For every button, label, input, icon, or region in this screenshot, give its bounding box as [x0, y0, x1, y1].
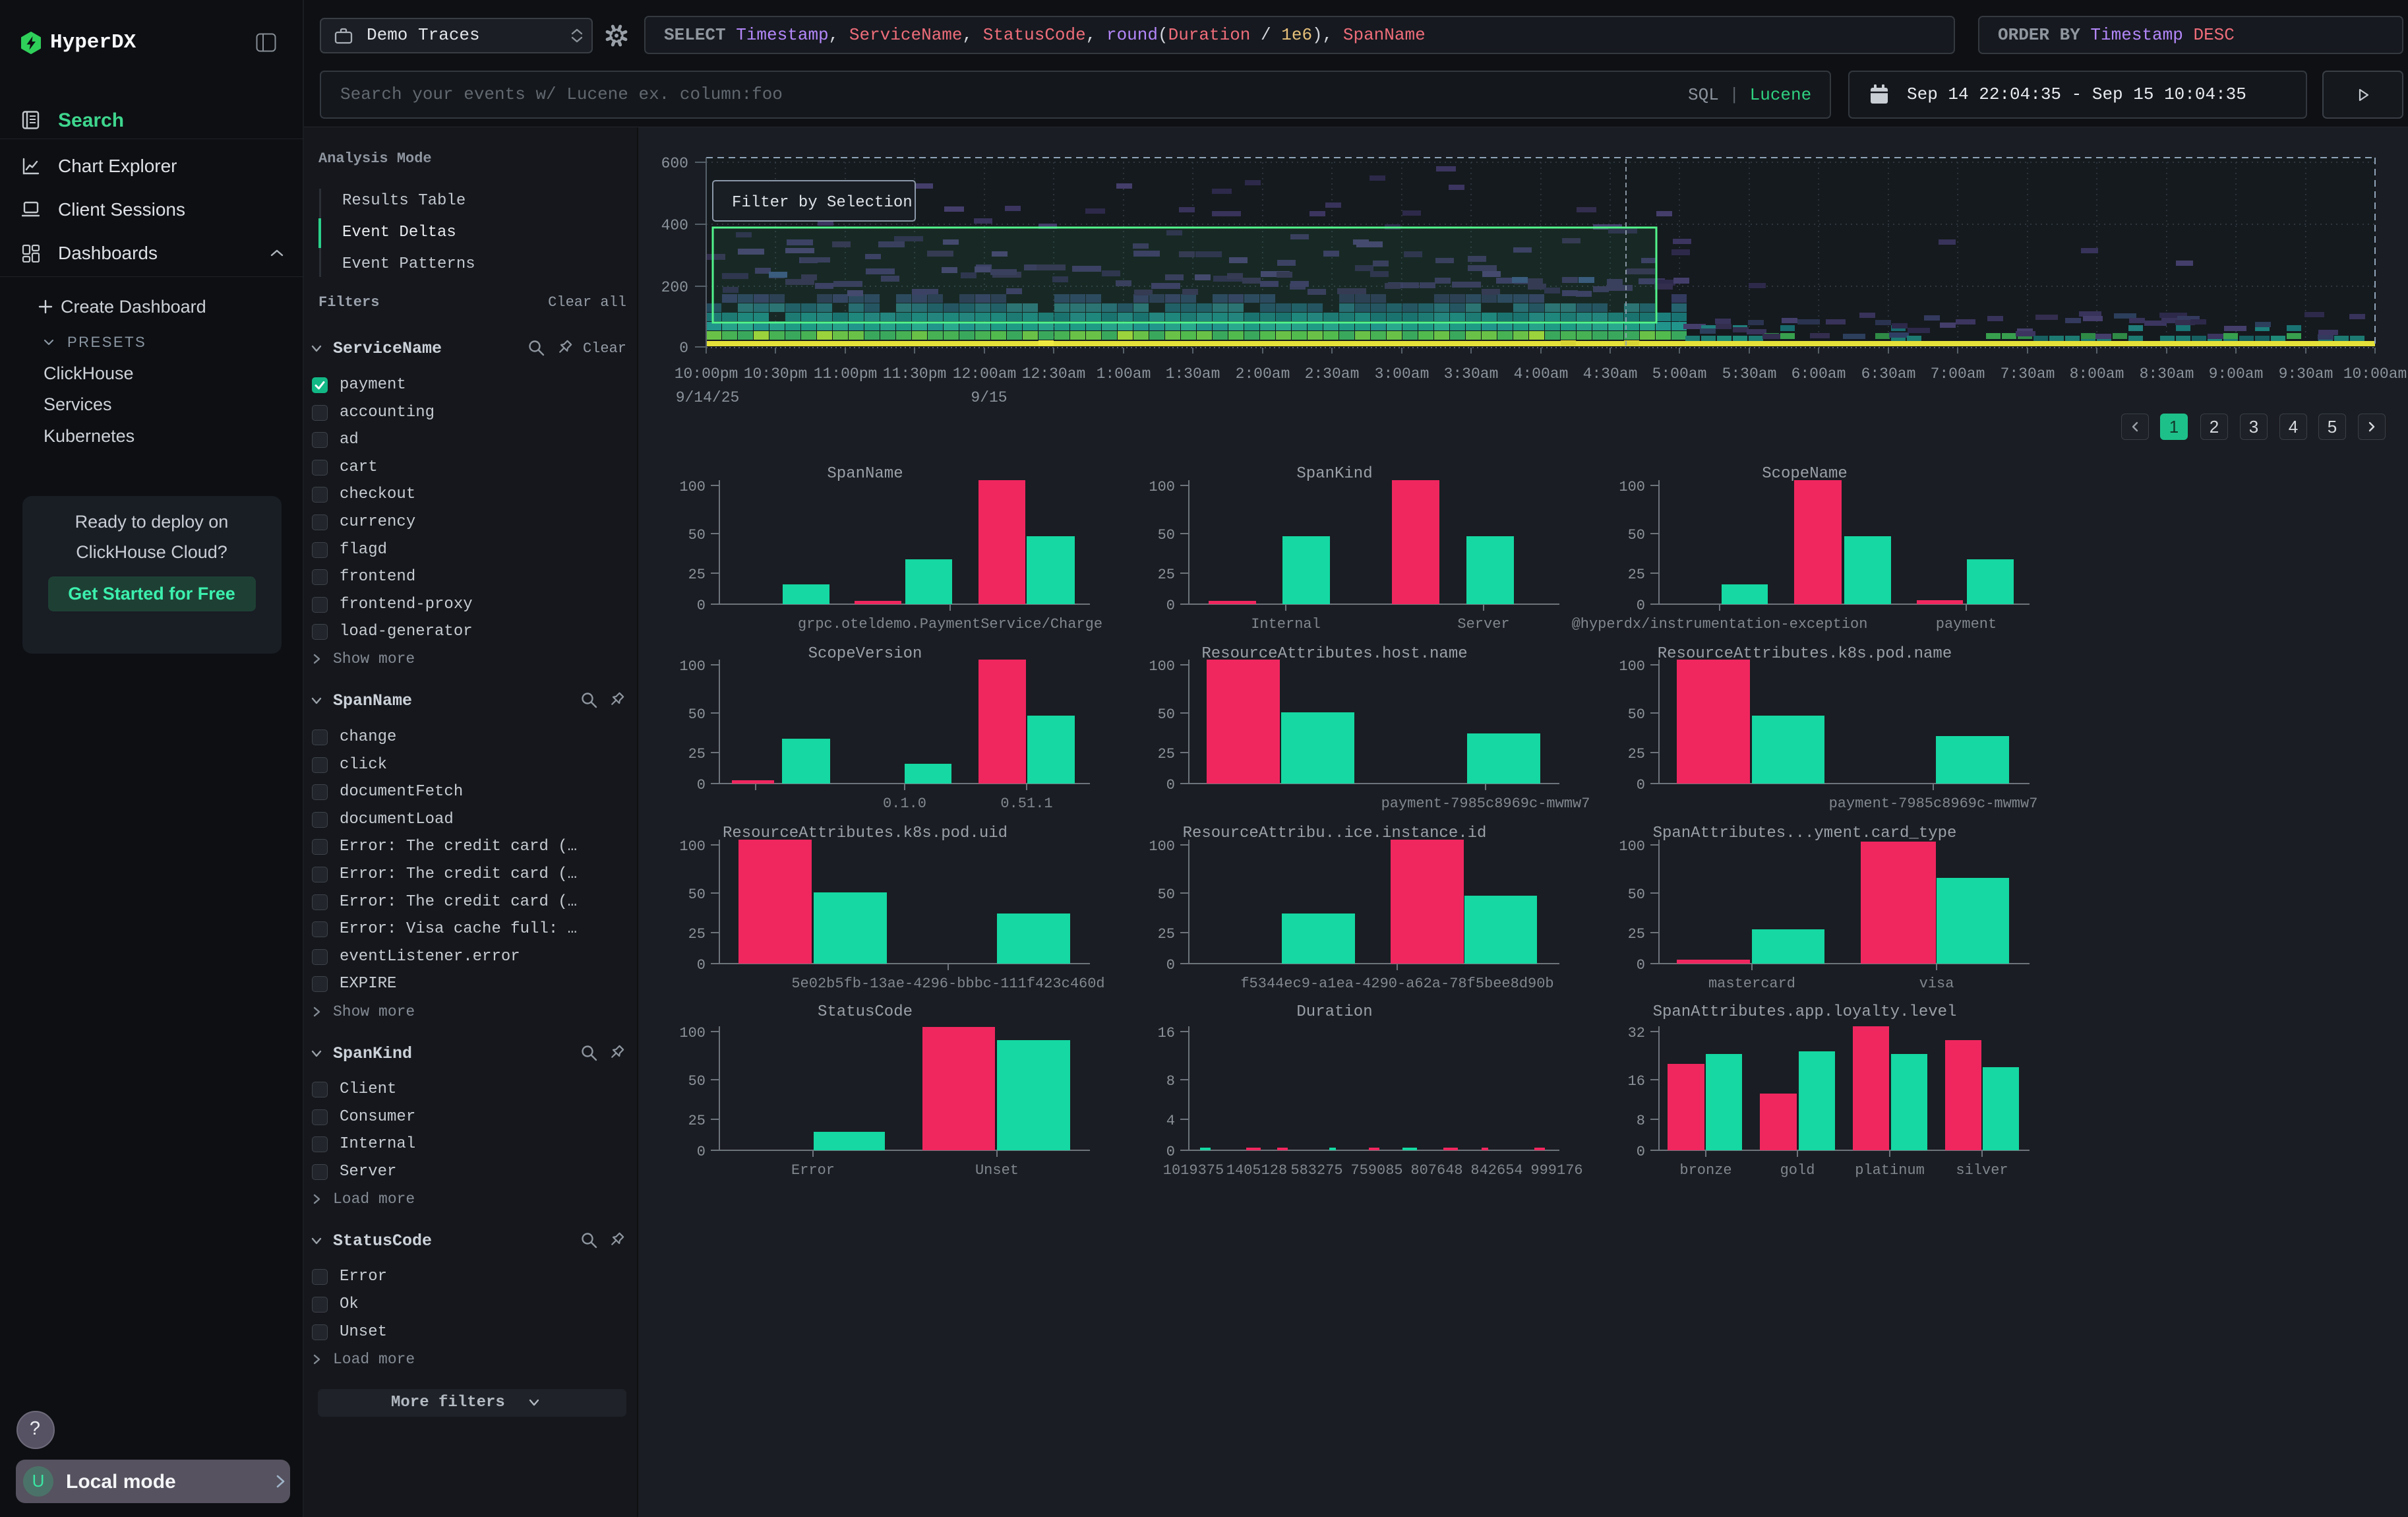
- svg-text:4: 4: [1166, 1113, 1175, 1129]
- svg-text:8: 8: [1166, 1073, 1175, 1090]
- svg-text:visa: visa: [1919, 975, 1954, 992]
- svg-text:583275: 583275: [1290, 1162, 1342, 1179]
- svg-text:ResourceAttribu..ice.instance.: ResourceAttribu..ice.instance.id: [1183, 824, 1487, 842]
- svg-text:25: 25: [1628, 746, 1645, 762]
- svg-text:SpanName: SpanName: [827, 465, 903, 483]
- svg-text:100: 100: [1619, 658, 1645, 675]
- svg-text:0: 0: [697, 598, 706, 614]
- svg-text:0.51.1: 0.51.1: [1000, 795, 1052, 812]
- svg-text:807648: 807648: [1410, 1162, 1462, 1179]
- svg-text:0: 0: [1637, 957, 1645, 974]
- svg-text:50: 50: [688, 706, 706, 723]
- svg-text:payment-7985c8969c-mwmw7: payment-7985c8969c-mwmw7: [1829, 795, 2038, 812]
- svg-text:842654: 842654: [1470, 1162, 1522, 1179]
- svg-text:SpanAttributes...yment.card_ty: SpanAttributes...yment.card_type: [1653, 824, 1957, 842]
- svg-text:100: 100: [679, 838, 706, 855]
- svg-text:50: 50: [1628, 527, 1645, 543]
- svg-text:SpanAttributes.app.loyalty.lev: SpanAttributes.app.loyalty.level: [1653, 1003, 1957, 1021]
- svg-text:100: 100: [1149, 838, 1175, 855]
- svg-text:0.1.0: 0.1.0: [883, 795, 926, 812]
- svg-text:@hyperdx/instrumentation-excep: @hyperdx/instrumentation-exception: [1572, 616, 1868, 633]
- svg-text:ResourceAttributes.k8s.pod.uid: ResourceAttributes.k8s.pod.uid: [723, 824, 1008, 842]
- svg-text:0: 0: [697, 957, 706, 974]
- svg-text:StatusCode: StatusCode: [818, 1003, 913, 1021]
- svg-text:0: 0: [1637, 1144, 1645, 1160]
- svg-text:100: 100: [679, 1025, 706, 1041]
- svg-text:100: 100: [1619, 479, 1645, 495]
- svg-text:50: 50: [688, 527, 706, 543]
- svg-text:1405128: 1405128: [1226, 1162, 1287, 1179]
- svg-text:1019375: 1019375: [1163, 1162, 1224, 1179]
- svg-text:8: 8: [1637, 1113, 1645, 1129]
- svg-text:50: 50: [688, 1073, 706, 1090]
- svg-text:f5344ec9-a1ea-4290-a62a-78f5be: f5344ec9-a1ea-4290-a62a-78f5bee8d90b: [1240, 975, 1553, 992]
- svg-text:payment: payment: [1936, 616, 1997, 633]
- svg-text:100: 100: [679, 479, 706, 495]
- svg-text:759085: 759085: [1350, 1162, 1402, 1179]
- svg-text:25: 25: [1628, 567, 1645, 583]
- svg-text:25: 25: [1158, 746, 1175, 762]
- svg-text:25: 25: [688, 746, 706, 762]
- svg-text:0: 0: [1166, 598, 1175, 614]
- svg-text:25: 25: [688, 1113, 706, 1129]
- svg-text:0: 0: [1166, 777, 1175, 793]
- svg-text:25: 25: [688, 926, 706, 943]
- svg-text:50: 50: [1158, 706, 1175, 723]
- svg-text:16: 16: [1158, 1025, 1175, 1041]
- svg-text:0: 0: [697, 1144, 706, 1160]
- svg-text:0: 0: [1637, 777, 1645, 793]
- svg-text:50: 50: [688, 886, 706, 903]
- svg-text:50: 50: [1628, 886, 1645, 903]
- svg-text:5e02b5fb-13ae-4296-bbbc-111f42: 5e02b5fb-13ae-4296-bbbc-111f423c460d: [791, 975, 1104, 992]
- svg-text:100: 100: [679, 658, 706, 675]
- svg-text:SpanKind: SpanKind: [1296, 465, 1372, 483]
- svg-text:25: 25: [1628, 926, 1645, 943]
- svg-text:50: 50: [1158, 886, 1175, 903]
- svg-text:ScopeVersion: ScopeVersion: [808, 645, 922, 663]
- svg-text:0: 0: [697, 777, 706, 793]
- svg-text:0: 0: [1166, 1144, 1175, 1160]
- svg-text:ScopeName: ScopeName: [1762, 465, 1848, 483]
- svg-text:0: 0: [1637, 598, 1645, 614]
- svg-text:50: 50: [1628, 706, 1645, 723]
- svg-text:25: 25: [688, 567, 706, 583]
- svg-text:Duration: Duration: [1296, 1003, 1372, 1021]
- svg-text:mastercard: mastercard: [1708, 975, 1795, 992]
- svg-text:payment-7985c8969c-mwmw7: payment-7985c8969c-mwmw7: [1381, 795, 1590, 812]
- svg-text:platinum: platinum: [1855, 1162, 1925, 1179]
- svg-text:32: 32: [1628, 1025, 1645, 1041]
- svg-text:16: 16: [1628, 1073, 1645, 1090]
- svg-text:50: 50: [1158, 527, 1175, 543]
- svg-text:0: 0: [1166, 957, 1175, 974]
- svg-text:bronze: bronze: [1679, 1162, 1731, 1179]
- svg-text:Unset: Unset: [975, 1162, 1019, 1179]
- svg-text:gold: gold: [1780, 1162, 1815, 1179]
- svg-text:100: 100: [1149, 658, 1175, 675]
- svg-text:Server: Server: [1457, 616, 1509, 633]
- svg-text:Internal: Internal: [1251, 616, 1321, 633]
- svg-text:100: 100: [1619, 838, 1645, 855]
- svg-text:25: 25: [1158, 926, 1175, 943]
- svg-text:grpc.oteldemo.PaymentService/C: grpc.oteldemo.PaymentService/Charge: [798, 616, 1102, 633]
- svg-text:silver: silver: [1956, 1162, 2008, 1179]
- svg-text:Error: Error: [791, 1162, 835, 1179]
- svg-text:999176: 999176: [1530, 1162, 1582, 1179]
- svg-text:100: 100: [1149, 479, 1175, 495]
- svg-text:25: 25: [1158, 567, 1175, 583]
